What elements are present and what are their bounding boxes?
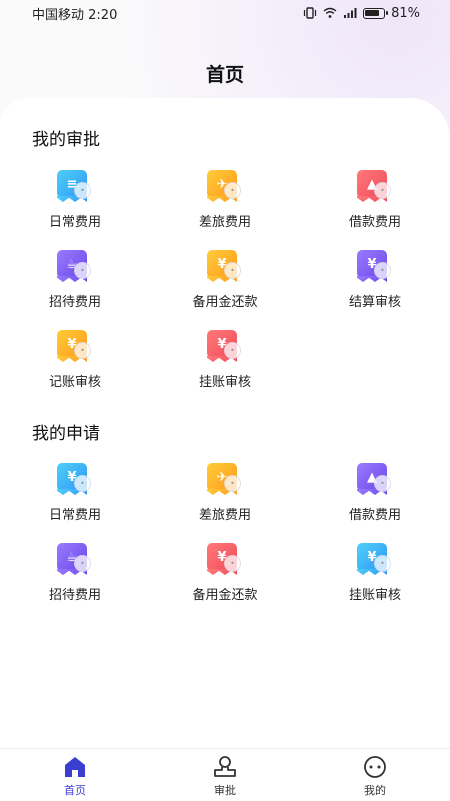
badge-icon: • xyxy=(374,475,391,492)
tab-label: 审批 xyxy=(214,784,236,797)
badge-icon: • xyxy=(224,475,241,492)
grid-item[interactable]: ✈ • 差旅费用 xyxy=(150,461,300,523)
expense-icon: ¥ • xyxy=(205,541,245,578)
item-label: 日常费用 xyxy=(48,508,101,523)
tab-label: 我的 xyxy=(364,784,386,797)
badge-icon: • xyxy=(74,555,91,572)
item-label: 借款费用 xyxy=(348,508,401,523)
item-label: 差旅费用 xyxy=(198,215,251,230)
item-label: 借款费用 xyxy=(348,215,401,230)
item-label: 挂账审核 xyxy=(348,588,401,603)
item-label: 记账审核 xyxy=(48,375,101,390)
badge-icon: • xyxy=(374,182,391,199)
profile-icon xyxy=(364,756,386,778)
expense-icon: ▲ • xyxy=(355,461,395,498)
badge-icon: • xyxy=(74,342,91,359)
tab-home[interactable]: 首页 xyxy=(0,749,150,801)
expense-icon: ▲ • xyxy=(355,168,395,205)
battery-level: 81% xyxy=(391,5,420,21)
tab-bar: 首页 审批 我的 xyxy=(0,748,450,801)
tab-approve[interactable]: 审批 xyxy=(150,749,300,801)
grid-item[interactable]: ▲ • 借款费用 xyxy=(300,168,450,230)
expense-icon: ¥ • xyxy=(205,328,245,365)
grid-item[interactable]: ¥ • 记账审核 xyxy=(0,328,150,390)
grid-item[interactable]: ¥ • 备用金还款 xyxy=(150,541,300,603)
item-label: 招待费用 xyxy=(48,295,101,310)
expense-icon: ☕ • xyxy=(55,248,95,285)
badge-icon: • xyxy=(224,342,241,359)
grid-item[interactable]: ☕ • 招待费用 xyxy=(0,248,150,310)
expense-icon: ¥ • xyxy=(205,248,245,285)
item-label: 差旅费用 xyxy=(198,508,251,523)
badge-icon: • xyxy=(224,182,241,199)
grid-item[interactable]: ≡ • 日常费用 xyxy=(0,168,150,230)
page-title: 首页 xyxy=(205,64,244,86)
tab-profile[interactable]: 我的 xyxy=(300,749,450,801)
badge-icon: • xyxy=(374,555,391,572)
grid-item[interactable]: ¥ • 备用金还款 xyxy=(150,248,300,310)
item-label: 结算审核 xyxy=(348,295,401,310)
signal-icon xyxy=(344,8,357,18)
grid-item[interactable]: ¥ • 日常费用 xyxy=(0,461,150,523)
expense-icon: ✈ • xyxy=(205,461,245,498)
item-label: 招待费用 xyxy=(48,588,101,603)
status-right: 81% xyxy=(303,6,420,21)
grid-item[interactable]: ✈ • 差旅费用 xyxy=(150,168,300,230)
home-icon xyxy=(65,757,85,777)
expense-icon: ¥ • xyxy=(55,461,95,498)
badge-icon: • xyxy=(74,262,91,279)
badge-icon: • xyxy=(374,262,391,279)
approvals-grid: ≡ • 日常费用 ✈ • 差旅费用 ▲ • 借款费用 ☕ • 招待费用 ¥ • 备用金还款 ¥ • 结算审核 ¥ • 记… xyxy=(0,168,450,390)
clock: 2:20 xyxy=(88,7,118,23)
applications-grid: ¥ • 日常费用 ✈ • 差旅费用 ▲ • 借款费用 ☕ • 招待费用 ¥ • 备用金还款 ¥ • 挂账审核 xyxy=(0,461,450,603)
carrier: 中国移动 xyxy=(32,7,85,23)
badge-icon: • xyxy=(224,262,241,279)
vibrate-icon xyxy=(303,7,317,19)
expense-icon: ¥ • xyxy=(55,328,95,365)
approve-icon xyxy=(214,756,236,777)
badge-icon: • xyxy=(74,182,91,199)
badge-icon: • xyxy=(74,475,91,492)
expense-icon: ¥ • xyxy=(355,541,395,578)
item-label: 备用金还款 xyxy=(192,588,258,603)
item-label: 日常费用 xyxy=(48,215,101,230)
badge-icon: • xyxy=(224,555,241,572)
tab-label: 首页 xyxy=(64,784,86,797)
grid-item[interactable]: ¥ • 挂账审核 xyxy=(150,328,300,390)
item-label: 挂账审核 xyxy=(198,375,251,390)
item-label: 备用金还款 xyxy=(192,295,258,310)
wifi-icon xyxy=(323,7,337,18)
grid-item[interactable]: ☕ • 招待费用 xyxy=(0,541,150,603)
status-left: 中国移动 2:20 xyxy=(32,4,117,23)
expense-icon: ¥ • xyxy=(355,248,395,285)
battery-icon xyxy=(363,7,389,19)
grid-item[interactable]: ▲ • 借款费用 xyxy=(300,461,450,523)
applications-section-title: 我的申请 xyxy=(32,424,100,446)
expense-icon: ≡ • xyxy=(55,168,95,205)
approvals-section-title: 我的审批 xyxy=(32,130,100,152)
status-bar: 中国移动 2:20 81% xyxy=(0,0,450,26)
expense-icon: ☕ • xyxy=(55,541,95,578)
grid-item[interactable]: ¥ • 结算审核 xyxy=(300,248,450,310)
grid-item[interactable]: ¥ • 挂账审核 xyxy=(300,541,450,603)
expense-icon: ✈ • xyxy=(205,168,245,205)
